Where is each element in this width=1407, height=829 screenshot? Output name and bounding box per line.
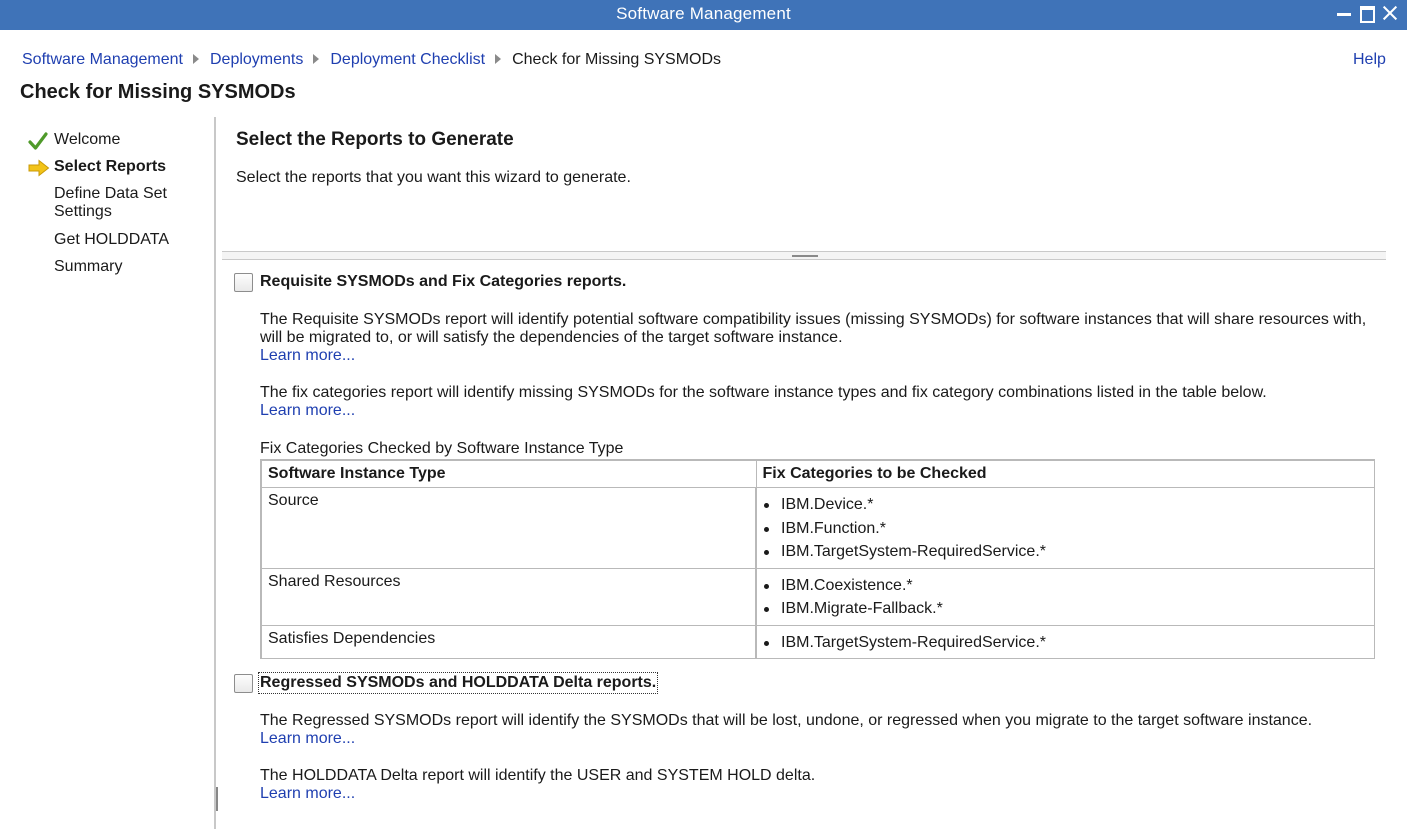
fix-category-item: IBM.TargetSystem-RequiredService.* [763, 540, 1368, 564]
holddata-learn-more-link[interactable]: Learn more... [260, 785, 355, 803]
fix-categories-cell: IBM.TargetSystem-RequiredService.* [755, 624, 1375, 659]
breadcrumb-separator-icon [192, 54, 199, 64]
fix-category-list: IBM.Device.* IBM.Function.* IBM.TargetSy… [763, 493, 1368, 564]
requisite-learn-more-link[interactable]: Learn more... [260, 347, 355, 365]
breadcrumb-deployment-checklist[interactable]: Deployment Checklist [330, 51, 485, 68]
fix-categories-table: Software Instance Type Fix Categories to… [260, 459, 1375, 659]
maximize-icon[interactable] [1358, 4, 1378, 24]
breadcrumb-deployments[interactable]: Deployments [210, 51, 303, 68]
check-icon [28, 132, 48, 150]
table-row: Shared Resources IBM.Coexistence.* IBM.M… [260, 567, 1375, 626]
instance-type-cell: Source [260, 487, 757, 569]
nav-step-summary[interactable]: Summary [54, 258, 122, 276]
column-header-fix-categories: Fix Categories to be Checked [755, 459, 1375, 488]
fix-category-item: IBM.Device.* [763, 493, 1368, 517]
breadcrumb-software-management[interactable]: Software Management [22, 51, 183, 68]
nav-step-select-reports[interactable]: Select Reports [54, 158, 166, 176]
breadcrumb: Software Management Deployments Deployment… [22, 51, 721, 69]
instance-type-cell: Satisfies Dependencies [260, 624, 757, 659]
fix-category-item: IBM.Coexistence.* [763, 574, 1368, 598]
nav-step-get-holddata[interactable]: Get HOLDDATA [54, 231, 169, 249]
regressed-reports-checkbox[interactable] [234, 674, 253, 693]
arrow-right-icon [28, 159, 50, 177]
close-icon[interactable] [1381, 4, 1401, 24]
requisite-report-description: The Requisite SYSMODs report will identi… [260, 311, 1367, 346]
page-title: Check for Missing SYSMODs [20, 81, 296, 103]
fix-categories-cell: IBM.Coexistence.* IBM.Migrate-Fallback.* [755, 567, 1375, 626]
fix-category-item: IBM.Function.* [763, 517, 1368, 541]
table-row: Satisfies Dependencies IBM.TargetSystem-… [260, 624, 1375, 659]
nav-step-define-data-set-settings[interactable]: Define Data Set Settings [54, 185, 167, 221]
nav-step-label-line2: Settings [54, 203, 112, 220]
regressed-learn-more-link[interactable]: Learn more... [260, 730, 355, 748]
table-row: Source IBM.Device.* IBM.Function.* IBM.T… [260, 487, 1375, 569]
wizard-steps-nav [0, 117, 214, 829]
breadcrumb-separator-icon [313, 54, 320, 64]
fix-categories-cell: IBM.Device.* IBM.Function.* IBM.TargetSy… [755, 487, 1375, 569]
fix-categories-table-caption: Fix Categories Checked by Software Insta… [260, 440, 624, 457]
section-title: Select the Reports to Generate [236, 129, 514, 150]
pane-splitter[interactable] [222, 251, 1386, 260]
breadcrumb-separator-icon [495, 54, 502, 64]
instance-type-cell: Shared Resources [260, 567, 757, 626]
fix-categories-learn-more-link[interactable]: Learn more... [260, 402, 355, 420]
nav-resize-grip[interactable] [216, 787, 218, 811]
fix-category-item: IBM.TargetSystem-RequiredService.* [763, 631, 1368, 655]
nav-step-label-line1: Define Data Set [54, 185, 167, 202]
window-title-bar: Software Management [0, 0, 1407, 30]
regressed-report-description: The Regressed SYSMODs report will identi… [260, 712, 1313, 729]
section-description: Select the reports that you want this wi… [236, 169, 631, 186]
breadcrumb-current: Check for Missing SYSMODs [512, 51, 722, 68]
requisite-reports-label[interactable]: Requisite SYSMODs and Fix Categories rep… [260, 273, 626, 291]
fix-categories-description: The fix categories report will identify … [260, 384, 1267, 401]
fix-category-list: IBM.TargetSystem-RequiredService.* [763, 631, 1368, 655]
requisite-reports-checkbox[interactable] [234, 273, 253, 292]
column-header-software-instance-type: Software Instance Type [260, 459, 757, 488]
holddata-delta-description: The HOLDDATA Delta report will identify … [260, 767, 816, 784]
splitter-grip-icon [792, 255, 818, 257]
regressed-reports-label[interactable]: Regressed SYSMODs and HOLDDATA Delta rep… [257, 672, 659, 694]
table-header-row: Software Instance Type Fix Categories to… [260, 459, 1375, 488]
fix-category-list: IBM.Coexistence.* IBM.Migrate-Fallback.* [763, 574, 1368, 621]
nav-step-welcome[interactable]: Welcome [54, 131, 120, 149]
window-title: Software Management [616, 4, 791, 23]
fix-category-item: IBM.Migrate-Fallback.* [763, 597, 1368, 621]
nav-divider[interactable] [214, 117, 216, 829]
help-link[interactable]: Help [1353, 51, 1386, 69]
minimize-icon[interactable] [1335, 4, 1355, 24]
